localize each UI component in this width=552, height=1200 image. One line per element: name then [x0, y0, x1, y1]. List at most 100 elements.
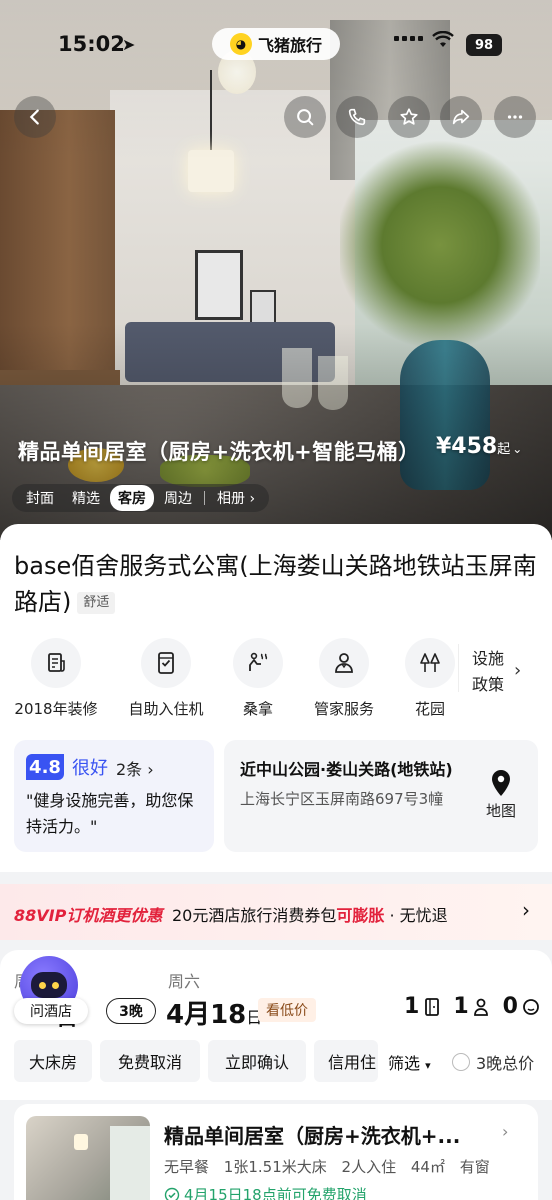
hotel-name: base佰舍服务式公寓(上海娄山关路地铁站玉屏南路店) 舒适 — [14, 548, 540, 620]
free-cancel-note: 4月15日18点前可免费取消 — [164, 1184, 367, 1200]
location-address: 上海长宁区玉屏南路697号3幢 — [240, 790, 444, 808]
promo-highlight: 可膨胀 — [336, 906, 385, 925]
facility-garden[interactable]: 花园 — [380, 638, 480, 719]
garden-icon — [405, 638, 455, 688]
hero-room-title: 精品单间居室（厨房+洗衣机+智能马桶） — [18, 440, 420, 464]
photo-tab-rooms[interactable]: 客房 — [110, 485, 154, 511]
location-arrow-icon: ➤ — [122, 35, 136, 54]
status-bar: 15:02 ➤ ◕ 飞猪旅行 98 — [0, 28, 552, 62]
child-icon — [523, 998, 539, 1015]
fliggy-logo-icon: ◕ — [229, 33, 252, 55]
facility-butler[interactable]: 管家服务 — [294, 638, 394, 719]
brand-name: 飞猪旅行 — [257, 36, 322, 55]
total-price-label: 3晚总价 — [476, 1054, 535, 1073]
cheaper-price-tag[interactable]: 看低价 — [258, 998, 316, 1022]
adult-count: 1 — [453, 994, 469, 1019]
hero-price[interactable]: ¥458起 ⌄ — [436, 434, 522, 459]
share-icon — [452, 109, 470, 125]
sauna-icon — [233, 638, 283, 688]
promo-description: 20元酒店旅行消费券包可膨胀 · 无忧退 — [172, 902, 448, 926]
child-count: 0 — [502, 994, 518, 1019]
battery-indicator: 98 — [466, 34, 502, 56]
checkout-month: 4月 — [166, 1000, 211, 1030]
policy-link[interactable]: 设施 政策 — [472, 646, 504, 698]
chevron-right-icon: › — [502, 1122, 509, 1141]
caret-down-icon: ▾ — [425, 1059, 431, 1072]
chevron-left-icon — [29, 109, 39, 125]
more-icon — [507, 115, 523, 119]
facility-renovation[interactable]: 2018年装修 — [6, 638, 106, 719]
door-icon — [425, 997, 440, 1016]
filter-big-bed[interactable]: 大床房 — [14, 1040, 92, 1082]
facility-label: 自助入住机 — [128, 700, 204, 718]
vip-promo-banner[interactable]: 88VIP订机酒更优惠 20元酒店旅行消费券包可膨胀 · 无忧退 › — [0, 884, 552, 940]
favorite-button[interactable] — [388, 96, 430, 138]
filter-instant-confirm[interactable]: 立即确认 — [208, 1040, 306, 1082]
assistant-label: 问酒店 — [14, 998, 88, 1024]
search-icon — [297, 109, 314, 126]
filter-button[interactable]: 筛选 ▾ — [388, 1050, 431, 1074]
promo-text-b: · 无忧退 — [384, 906, 448, 925]
rating-word: 很好 — [72, 758, 108, 779]
promo-text-a: 20元酒店旅行消费券包 — [172, 906, 337, 925]
status-time: 15:02 — [58, 32, 125, 56]
room-meta: 无早餐 1张1.51米大床 2人入住 44㎡ 有窗 — [164, 1156, 500, 1177]
hotel-info-card: base佰舍服务式公寓(上海娄山关路地铁站玉屏南路店) 舒适 2018年装修 自助… — [0, 524, 552, 872]
room-count: 1 — [404, 994, 420, 1019]
facility-divider — [458, 644, 459, 692]
vip-promo-title: 88VIP订机酒更优惠 — [14, 906, 163, 925]
total-price-toggle[interactable]: 3晚总价 — [452, 1050, 534, 1074]
checkout-weekday: 周六 — [168, 972, 201, 991]
more-button[interactable] — [494, 96, 536, 138]
location-summary[interactable]: 近中山公园·娄山关路(地铁站) 上海长宁区玉屏南路697号3幢 地图 — [224, 740, 538, 852]
map-button[interactable]: 地图 — [486, 800, 516, 821]
policy-line-2: 政策 — [472, 675, 505, 694]
photo-tabs: 封面 精选 客房 周边 相册 › — [12, 484, 270, 512]
wifi-icon — [432, 30, 454, 54]
comfort-tag: 舒适 — [77, 592, 116, 614]
call-button[interactable] — [336, 96, 378, 138]
room-bed: 1张1.51米大床 — [223, 1158, 327, 1176]
photo-tab-divider — [204, 491, 205, 505]
brand-pill[interactable]: ◕ 飞猪旅行 — [212, 28, 340, 60]
facility-row: 2018年装修 自助入住机 桑拿 管家服务 花园 设施 政策 › — [0, 638, 552, 718]
location-name: 近中山公园·娄山关路(地铁站) — [240, 760, 453, 779]
room-occupancy: 2人入住 — [341, 1158, 397, 1176]
hero-price-suffix: 起 — [497, 442, 511, 457]
filter-credit-stay[interactable]: 信用住 — [314, 1040, 378, 1082]
room-thumbnail[interactable] — [26, 1116, 150, 1200]
back-button[interactable] — [14, 96, 56, 138]
adult-icon — [473, 998, 488, 1016]
map-pin-icon — [492, 770, 510, 796]
chevron-right-icon: › — [514, 660, 522, 681]
kiosk-icon — [141, 638, 191, 688]
filter-free-cancel[interactable]: 免费取消 — [100, 1040, 200, 1082]
radio-icon — [452, 1053, 470, 1071]
facility-label: 桑拿 — [242, 700, 273, 718]
checkout-day: 18 — [210, 1000, 247, 1030]
photo-tab-featured[interactable]: 精选 — [64, 485, 108, 511]
filter-button-label: 筛选 — [388, 1054, 421, 1073]
guest-selector[interactable]: 1 1 0 — [404, 994, 540, 1019]
chevron-right-icon: › — [522, 898, 530, 922]
review-summary[interactable]: 4.8 很好 2条 › "健身设施完善，助您保持活力。" — [14, 740, 214, 852]
photo-tab-album[interactable]: 相册 › — [209, 485, 263, 511]
share-button[interactable] — [440, 96, 482, 138]
search-button[interactable] — [284, 96, 326, 138]
checkout-date[interactable]: 4月18日 — [166, 994, 262, 1031]
photo-tab-cover[interactable]: 封面 — [18, 485, 62, 511]
renovation-icon — [31, 638, 81, 688]
facility-sauna[interactable]: 桑拿 — [208, 638, 308, 719]
review-count-text: 2条 — [116, 760, 143, 779]
photo-tab-album-label: 相册 — [217, 491, 245, 507]
room-card[interactable]: 精品单间居室（厨房+洗衣机+... › 无早餐 1张1.51米大床 2人入住 4… — [14, 1104, 538, 1200]
hotel-assistant[interactable]: 问酒店 — [14, 956, 88, 1024]
chevron-down-icon: ⌄ — [512, 442, 523, 456]
facility-kiosk[interactable]: 自助入住机 — [116, 638, 216, 719]
review-quote: "健身设施完善，助您保持活力。" — [26, 791, 194, 836]
check-circle-icon — [164, 1187, 180, 1200]
facility-label: 花园 — [414, 700, 445, 718]
room-area: 44㎡ — [410, 1158, 445, 1176]
phone-icon — [348, 108, 366, 126]
photo-tab-nearby[interactable]: 周边 — [156, 485, 200, 511]
